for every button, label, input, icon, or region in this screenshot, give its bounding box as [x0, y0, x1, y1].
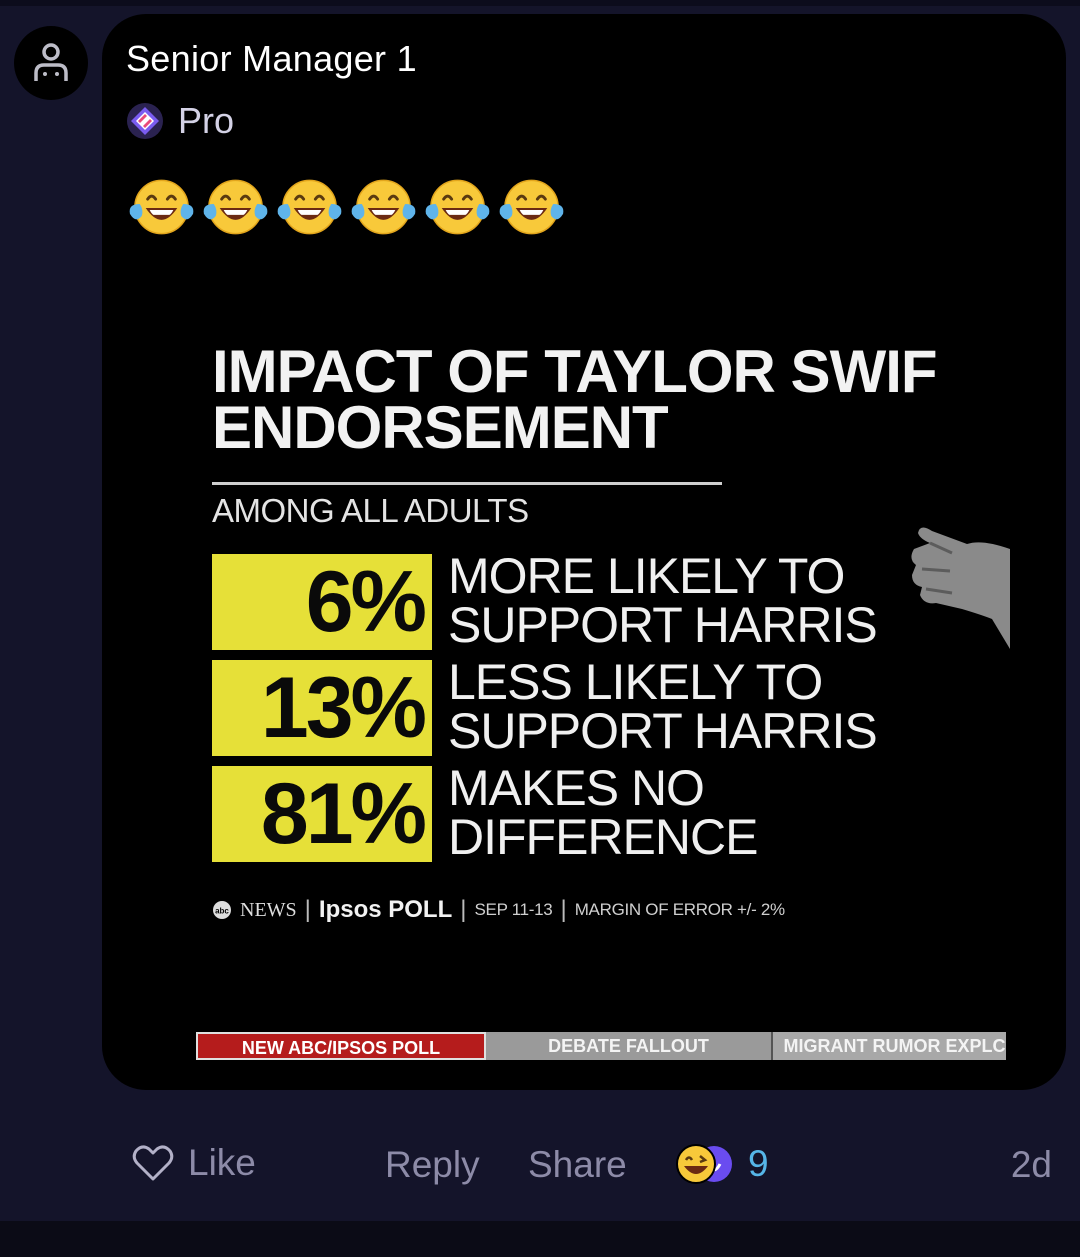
tears-of-joy-icon	[498, 178, 565, 236]
poll-value: 6%	[212, 554, 432, 650]
ticker-item: NEW ABC/IPSOS POLL	[196, 1032, 486, 1060]
pro-diamond-icon	[127, 103, 163, 139]
badge-label: Pro	[178, 100, 235, 141]
tears-of-joy-icon	[350, 178, 417, 236]
poll-label-line2: DIFFERENCE	[448, 809, 758, 865]
like-button[interactable]: Like	[132, 1142, 256, 1184]
poll-value: 81%	[212, 766, 432, 862]
tears-of-joy-icon	[128, 178, 195, 236]
poll-label-line1: MAKES NO	[448, 760, 705, 816]
poll-source-line: abc NEWS | Ipsos POLL | SEP 11-13 | MARG…	[212, 896, 785, 924]
poll-row: 6% MORE LIKELY TO SUPPORT HARRIS	[212, 551, 912, 653]
avatar[interactable]	[14, 26, 88, 100]
comment-actions: Like Reply Share 9 2d	[0, 1130, 1080, 1200]
abc-logo-icon: abc	[213, 901, 231, 919]
poll-label-line1: LESS LIKELY TO	[448, 654, 823, 710]
title-underline	[212, 482, 722, 485]
ticker-item: DEBATE FALLOUT	[486, 1032, 771, 1060]
network-name: NEWS	[240, 898, 297, 921]
comment-card: Senior Manager 1 Pro IMPACT OF TAYLOR SW…	[102, 14, 1066, 1090]
margin-of-error: MARGIN OF ERROR +/- 2%	[574, 900, 785, 919]
tears-of-joy-icon	[276, 178, 343, 236]
poll-label: MAKES NO DIFFERENCE	[448, 763, 758, 865]
like-label: Like	[188, 1142, 256, 1183]
comment-text-emojis	[126, 174, 567, 240]
tears-of-joy-icon	[424, 178, 491, 236]
pollster-name: Ipsos POLL	[318, 896, 453, 923]
pro-badge: Pro	[126, 100, 234, 142]
poll-dates: SEP 11-13	[474, 900, 553, 919]
poll-label: MORE LIKELY TO SUPPORT HARRIS	[448, 551, 878, 653]
attached-image-poll-graphic[interactable]: IMPACT OF TAYLOR SWIF ENDORSEMENT AMONG …	[196, 344, 1012, 1064]
laughing-reaction-icon	[676, 1144, 732, 1184]
ticker-item: MIGRANT RUMOR EXPLC	[771, 1032, 1006, 1060]
poll-value: 13%	[212, 660, 432, 756]
poll-label: LESS LIKELY TO SUPPORT HARRIS	[448, 657, 878, 759]
tears-of-joy-icon	[202, 178, 269, 236]
source-separator: |	[460, 896, 467, 923]
reply-button[interactable]: Reply	[385, 1144, 480, 1186]
top-edge	[0, 0, 1080, 6]
graphic-title-line2: ENDORSEMENT	[212, 394, 669, 457]
graphic-subtitle: AMONG ALL ADULTS	[212, 492, 529, 529]
news-ticker: NEW ABC/IPSOS POLL DEBATE FALLOUT MIGRAN…	[196, 1032, 1006, 1060]
poll-label-line2: SUPPORT HARRIS	[448, 703, 878, 759]
heart-outline-icon	[132, 1145, 174, 1181]
svg-text:abc: abc	[215, 907, 229, 916]
author-name[interactable]: Senior Manager 1	[126, 38, 417, 80]
timestamp: 2d	[1010, 1144, 1052, 1185]
poll-row: 13% LESS LIKELY TO SUPPORT HARRIS	[212, 657, 912, 759]
poll-label-line1: MORE LIKELY TO	[448, 548, 845, 604]
poll-label-line2: SUPPORT HARRIS	[448, 597, 878, 653]
share-button[interactable]: Share	[528, 1144, 627, 1186]
source-separator: |	[560, 896, 567, 923]
pointing-hand-image	[911, 527, 1010, 649]
source-separator: |	[304, 896, 311, 923]
poll-row: 81% MAKES NO DIFFERENCE	[212, 763, 912, 865]
graphic-title: IMPACT OF TAYLOR SWIF ENDORSEMENT	[212, 344, 1002, 456]
user-outline-icon	[34, 43, 68, 81]
bottom-edge	[0, 1221, 1080, 1257]
reaction-summary[interactable]: 9	[674, 1142, 769, 1186]
reaction-count: 9	[748, 1143, 769, 1184]
